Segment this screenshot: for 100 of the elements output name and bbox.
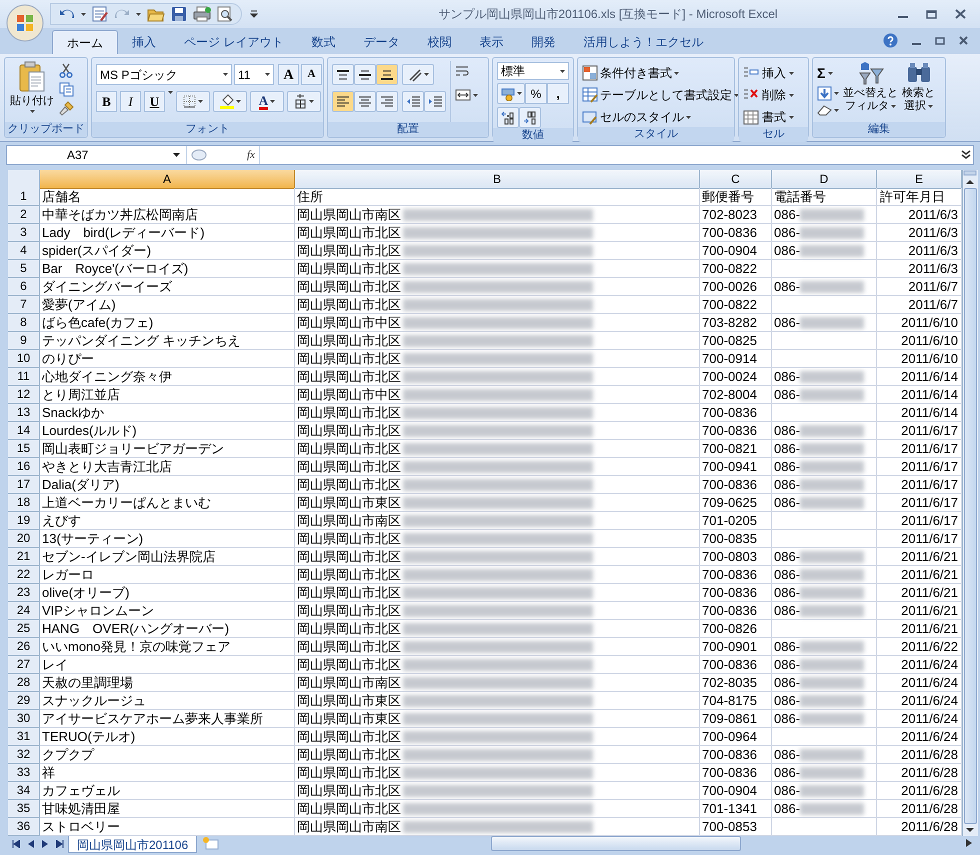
- borders-button[interactable]: [176, 91, 210, 112]
- row-number[interactable]: 6: [8, 278, 40, 296]
- ribbon-tab[interactable]: 活用しよう！エクセル: [569, 30, 718, 54]
- comma-button[interactable]: ,: [547, 83, 569, 104]
- close-icon[interactable]: [959, 36, 968, 45]
- currency-button[interactable]: [497, 83, 525, 104]
- grow-font-button[interactable]: A: [278, 64, 299, 85]
- row-number[interactable]: 10: [8, 350, 40, 368]
- column-header[interactable]: B: [295, 170, 700, 189]
- print-preview-icon[interactable]: [217, 6, 233, 22]
- find-select-button[interactable]: 検索と 選択: [902, 61, 935, 122]
- caret-icon[interactable]: [81, 12, 86, 16]
- next-sheet-icon[interactable]: [42, 840, 48, 848]
- autosum-button[interactable]: Σ: [817, 63, 839, 83]
- ribbon-tab[interactable]: データ: [349, 30, 414, 54]
- font-size-field[interactable]: 11: [234, 64, 274, 85]
- caret-icon[interactable]: [789, 94, 794, 96]
- insert-function-button[interactable]: fx: [247, 146, 255, 164]
- cells-menu-button[interactable]: 削除: [743, 85, 794, 105]
- bold-button[interactable]: B: [96, 91, 117, 112]
- expand-icon[interactable]: [961, 150, 971, 160]
- row-number[interactable]: 24: [8, 602, 40, 620]
- caret-icon[interactable]: [928, 105, 933, 108]
- horizontal-align-button[interactable]: [354, 91, 376, 112]
- row-number[interactable]: 2: [8, 206, 40, 224]
- fill-color-button[interactable]: [213, 91, 247, 112]
- row-number[interactable]: 8: [8, 314, 40, 332]
- caret-icon[interactable]: [173, 153, 180, 157]
- merge-cells-icon[interactable]: [455, 89, 471, 101]
- caret-icon[interactable]: [424, 73, 428, 76]
- caret-icon[interactable]: [686, 116, 691, 118]
- split-handle-icon[interactable]: [963, 170, 977, 176]
- caret-icon[interactable]: [198, 100, 203, 103]
- row-number[interactable]: 14: [8, 422, 40, 440]
- row-number[interactable]: 20: [8, 530, 40, 548]
- increase-decimal-button[interactable]: [497, 107, 519, 128]
- fill-down-icon[interactable]: [817, 86, 832, 101]
- column-header[interactable]: C: [700, 170, 772, 189]
- caret-icon[interactable]: [560, 70, 565, 72]
- caret-icon[interactable]: [734, 94, 739, 96]
- percent-button[interactable]: %: [525, 83, 547, 104]
- first-sheet-icon[interactable]: [12, 840, 20, 848]
- style-menu-button[interactable]: 条件付き書式: [582, 63, 739, 83]
- restore-icon[interactable]: [935, 36, 945, 45]
- orientation-button[interactable]: [402, 64, 434, 85]
- caret-icon[interactable]: [828, 72, 834, 74]
- column-header[interactable]: E: [877, 170, 962, 189]
- row-number[interactable]: 11: [8, 368, 40, 386]
- help-icon[interactable]: [883, 33, 898, 48]
- row-number[interactable]: 16: [8, 458, 40, 476]
- row-number[interactable]: 3: [8, 224, 40, 242]
- previous-sheet-icon[interactable]: [28, 840, 34, 848]
- underline-button[interactable]: U: [144, 91, 165, 112]
- caret-icon[interactable]: [891, 105, 896, 108]
- ribbon-tab[interactable]: 数式: [297, 30, 350, 54]
- number-format-field[interactable]: 標準: [497, 62, 569, 80]
- vertical-align-button[interactable]: [376, 64, 398, 85]
- save-icon[interactable]: [171, 6, 187, 22]
- caret-icon[interactable]: [270, 100, 276, 103]
- row-number[interactable]: 36: [8, 818, 40, 836]
- caret-icon[interactable]: [834, 92, 839, 95]
- style-menu-button[interactable]: テーブルとして書式設定: [582, 85, 739, 105]
- scissors-icon[interactable]: [59, 63, 73, 78]
- cells-menu-button[interactable]: 書式: [743, 107, 794, 127]
- row-number[interactable]: 28: [8, 674, 40, 692]
- eraser-icon[interactable]: [817, 104, 832, 116]
- caret-icon[interactable]: [236, 100, 240, 103]
- caret-icon[interactable]: [789, 116, 794, 118]
- font-color-button[interactable]: A: [250, 91, 284, 112]
- folder-icon[interactable]: [147, 6, 165, 22]
- row-number[interactable]: 33: [8, 764, 40, 782]
- row-number[interactable]: 22: [8, 566, 40, 584]
- close-icon[interactable]: [955, 9, 966, 19]
- sheet-tab[interactable]: 岡山県岡山市201106: [68, 836, 198, 853]
- row-number[interactable]: 23: [8, 584, 40, 602]
- row-number[interactable]: 15: [8, 440, 40, 458]
- undo-icon[interactable]: [59, 7, 75, 21]
- row-number[interactable]: 21: [8, 548, 40, 566]
- ribbon-tab[interactable]: ホーム: [52, 30, 118, 54]
- caret-icon[interactable]: [789, 72, 794, 74]
- row-number[interactable]: 32: [8, 746, 40, 764]
- spreadsheet-edit-icon[interactable]: [92, 6, 108, 22]
- caret-icon[interactable]: [168, 91, 173, 94]
- vertical-scrollbar[interactable]: [962, 170, 978, 836]
- ribbon-tab[interactable]: 開発: [517, 30, 570, 54]
- row-number[interactable]: 26: [8, 638, 40, 656]
- ribbon-tab[interactable]: ページ レイアウト: [170, 30, 298, 54]
- paste-button[interactable]: 貼り付け: [9, 61, 55, 122]
- printer-icon[interactable]: [193, 6, 211, 22]
- caret-icon[interactable]: [674, 72, 679, 74]
- vertical-align-button[interactable]: [332, 64, 354, 85]
- caret-icon[interactable]: [309, 100, 314, 103]
- decrease-indent-button[interactable]: [402, 91, 424, 112]
- row-number[interactable]: 5: [8, 260, 40, 278]
- row-number[interactable]: 31: [8, 728, 40, 746]
- horizontal-align-button[interactable]: [332, 91, 354, 112]
- column-header[interactable]: D: [772, 170, 877, 189]
- row-number[interactable]: 19: [8, 512, 40, 530]
- maximize-icon[interactable]: [926, 9, 937, 19]
- increase-indent-button[interactable]: [424, 91, 446, 112]
